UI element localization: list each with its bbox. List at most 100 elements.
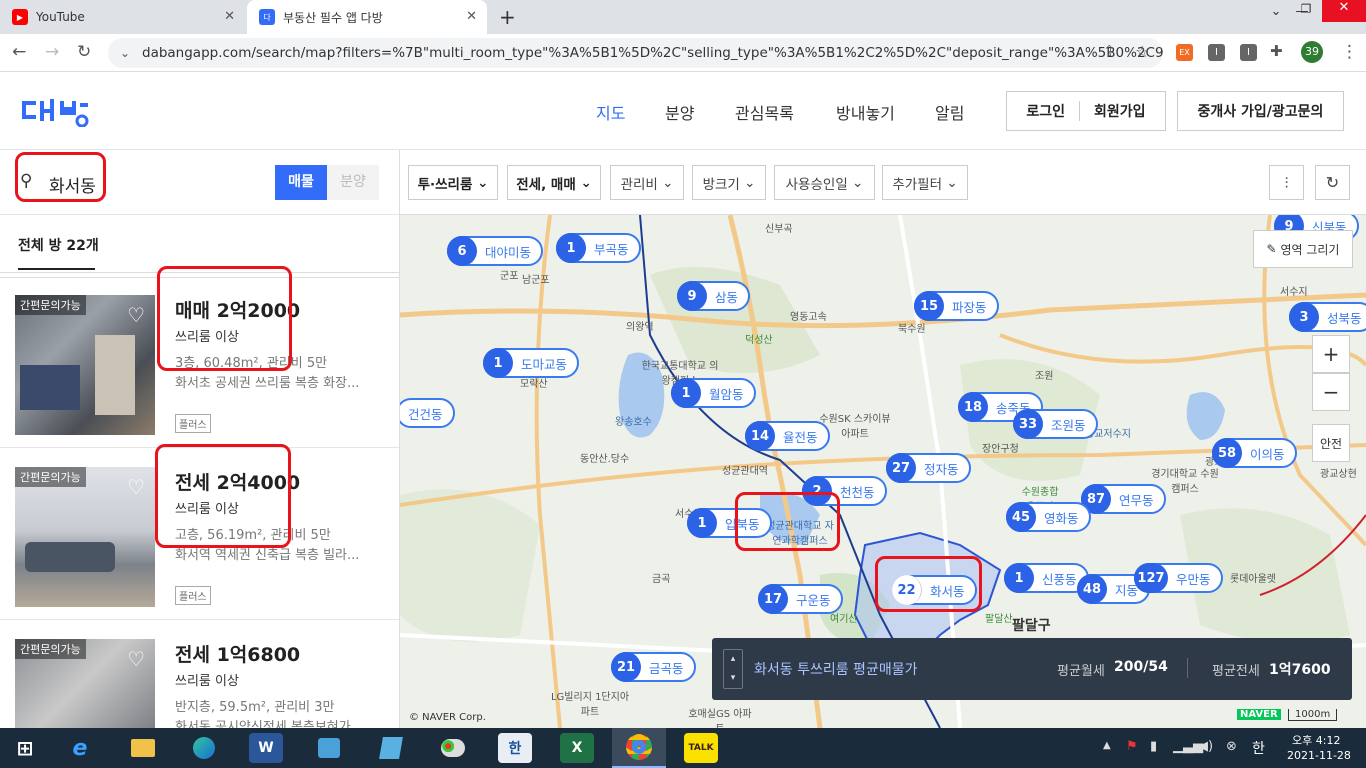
tray-volume-icon[interactable]: ◀): [1198, 739, 1213, 754]
filter-label: 관리비: [620, 176, 658, 193]
region-cluster[interactable]: 건건동: [400, 398, 455, 428]
tray-battery-icon[interactable]: ▮: [1150, 739, 1157, 754]
filter-room-type[interactable]: 투·쓰리룸 ⌄: [408, 165, 498, 200]
zoom-in-button[interactable]: +: [1312, 335, 1350, 373]
agent-signup-button[interactable]: 중개사 가입/광고문의: [1177, 91, 1344, 131]
refresh-icon[interactable]: ↻: [1315, 165, 1350, 200]
close-icon[interactable]: ✕: [466, 9, 477, 24]
nav-map[interactable]: 지도: [596, 100, 625, 124]
profile-avatar[interactable]: 39: [1301, 41, 1323, 63]
listing-card[interactable]: 간편문의가능 ♡ 전세 1억6800 쓰리룸 이상 반지층, 59.5m², 관…: [0, 622, 399, 728]
region-cluster[interactable]: 1 월암동: [671, 378, 756, 408]
ime-indicator[interactable]: 한: [1252, 738, 1265, 758]
extension-icon[interactable]: I: [1240, 44, 1257, 61]
tray-alert-icon[interactable]: ⚑: [1126, 739, 1138, 754]
nav-list-room[interactable]: 방내놓기: [836, 100, 895, 124]
share-icon[interactable]: ⇪: [1103, 42, 1116, 60]
menu-icon[interactable]: ⋮: [1341, 42, 1358, 62]
heart-icon[interactable]: ♡: [127, 303, 145, 327]
forward-icon[interactable]: →: [45, 42, 59, 62]
listing-card[interactable]: 간편문의가능 ♡ 전세 2억4000 쓰리룸 이상 고층, 56.19m², 관…: [0, 444, 399, 620]
puzzle-icon[interactable]: ✚: [1270, 42, 1283, 60]
region-cluster[interactable]: 1 도마교동: [483, 348, 580, 378]
summary-toggle[interactable]: ▴ ▾: [723, 649, 743, 689]
map-view[interactable]: 신부곡 군포 남군포 의왕역 영동고속 북수원 한국교통대학교 의왕캠퍼스 덕성…: [400, 215, 1366, 728]
tab-presale[interactable]: 분양: [327, 165, 379, 200]
heart-icon[interactable]: ♡: [127, 475, 145, 499]
signup-button[interactable]: 회원가입: [1080, 101, 1146, 121]
map-copyright: © NAVER Corp.: [409, 712, 486, 723]
region-cluster[interactable]: 33 조원동: [1013, 409, 1098, 439]
tab-dabang[interactable]: 다 부동산 필수 앱 다방 ✕: [247, 0, 487, 34]
settings-sliders-icon[interactable]: ⫶: [1269, 165, 1304, 200]
clock-date[interactable]: 2021-11-28: [1287, 749, 1351, 762]
draw-area-button[interactable]: ✎ 영역 그리기: [1253, 230, 1353, 268]
region-cluster[interactable]: 87 연무동: [1081, 484, 1166, 514]
close-window-button[interactable]: ✕: [1322, 0, 1366, 22]
restore-button[interactable]: ❐: [1292, 2, 1320, 22]
reload-icon[interactable]: ↻: [77, 42, 91, 62]
region-cluster[interactable]: 15 파장동: [914, 291, 999, 321]
nav-favorites[interactable]: 관심목록: [735, 100, 794, 124]
clock-time[interactable]: 오후 4:12: [1292, 732, 1340, 748]
tray-chevron-icon[interactable]: ▲: [1103, 740, 1111, 751]
back-icon[interactable]: ←: [12, 42, 26, 62]
region-cluster[interactable]: 27 정자동: [886, 453, 971, 483]
region-cluster[interactable]: 3 성북동: [1289, 302, 1366, 332]
zoom-out-button[interactable]: −: [1312, 373, 1350, 411]
extension-icon[interactable]: I: [1208, 44, 1225, 61]
explorer-icon[interactable]: [126, 733, 160, 763]
hwp-icon[interactable]: 한: [498, 733, 532, 763]
tab-listings[interactable]: 매물: [275, 165, 327, 200]
region-cluster[interactable]: 6 대야미동: [447, 236, 544, 266]
word-icon[interactable]: W: [249, 733, 283, 763]
listing-photo[interactable]: 간편문의가능 ♡: [15, 295, 155, 435]
region-cluster[interactable]: 58 이의동: [1212, 438, 1297, 468]
excel-icon[interactable]: X: [560, 733, 594, 763]
region-cluster[interactable]: 1 부곡동: [556, 233, 641, 263]
filter-room-size[interactable]: 방크기 ⌄: [692, 165, 766, 200]
cluster-name: 파장동: [952, 299, 987, 315]
filter-approval-date[interactable]: 사용승인일 ⌄: [774, 165, 875, 200]
new-tab-button[interactable]: +: [499, 5, 516, 29]
tab-youtube[interactable]: ▶ YouTube ✕: [0, 0, 245, 34]
edge-icon[interactable]: [187, 733, 221, 763]
region-cluster[interactable]: 14 율전동: [745, 421, 830, 451]
heart-icon[interactable]: ♡: [127, 647, 145, 671]
close-icon[interactable]: ✕: [224, 9, 235, 24]
kakaotalk-icon[interactable]: TALK: [684, 733, 718, 763]
listing-photo[interactable]: 간편문의가능 ♡: [15, 639, 155, 728]
filter-maintenance-fee[interactable]: 관리비 ⌄: [610, 165, 684, 200]
notes-icon[interactable]: [374, 733, 408, 763]
chevron-down-icon[interactable]: ⌄: [1262, 4, 1290, 24]
extension-ex-icon[interactable]: EX: [1176, 44, 1193, 61]
dabang-logo[interactable]: [20, 97, 92, 127]
average-price-bar: ▴ ▾ 화서동 투쓰리룸 평균매물가 평균월세 200/54 평균전세 1억760…: [712, 638, 1352, 700]
login-button[interactable]: 로그인: [1026, 101, 1081, 121]
windows-start-icon[interactable]: ⊞: [8, 733, 42, 763]
nav-presale[interactable]: 분양: [665, 100, 694, 124]
region-cluster[interactable]: 45 영화동: [1006, 502, 1091, 532]
region-cluster[interactable]: 1 신풍동: [1004, 563, 1089, 593]
site-info-icon[interactable]: ⌄: [120, 38, 130, 68]
listing-photo[interactable]: 간편문의가능 ♡: [15, 467, 155, 607]
region-cluster[interactable]: 127 우만동: [1134, 563, 1223, 593]
address-bar[interactable]: ⌄ dabangapp.com/search/map?filters=%7B"m…: [108, 38, 1163, 68]
region-cluster[interactable]: 9 삼동: [677, 281, 751, 311]
cluster-name: 월암동: [709, 386, 744, 402]
cluster-count: 1: [556, 233, 586, 263]
filter-label: 추가필터: [892, 176, 943, 193]
chrome-icon[interactable]: [612, 728, 666, 768]
paint-icon[interactable]: [436, 733, 470, 763]
tray-close-circle-icon[interactable]: ⊗: [1226, 739, 1237, 754]
filter-deal-type[interactable]: 전세, 매매 ⌄: [507, 165, 601, 200]
filter-more[interactable]: 추가필터 ⌄: [882, 165, 968, 200]
safety-map-button[interactable]: 안전: [1312, 424, 1350, 462]
region-cluster[interactable]: 21 금곡동: [611, 652, 696, 682]
bookmark-star-icon[interactable]: ☆: [1135, 42, 1149, 61]
nav-alerts[interactable]: 알림: [935, 100, 964, 124]
listing-card[interactable]: 간편문의가능 ♡ 매매 2억2000 쓰리룸 이상 3층, 60.48m², 관…: [0, 266, 399, 448]
region-cluster[interactable]: 17 구운동: [758, 584, 843, 614]
network-icon[interactable]: [312, 733, 346, 763]
ie-icon[interactable]: e: [63, 733, 97, 763]
